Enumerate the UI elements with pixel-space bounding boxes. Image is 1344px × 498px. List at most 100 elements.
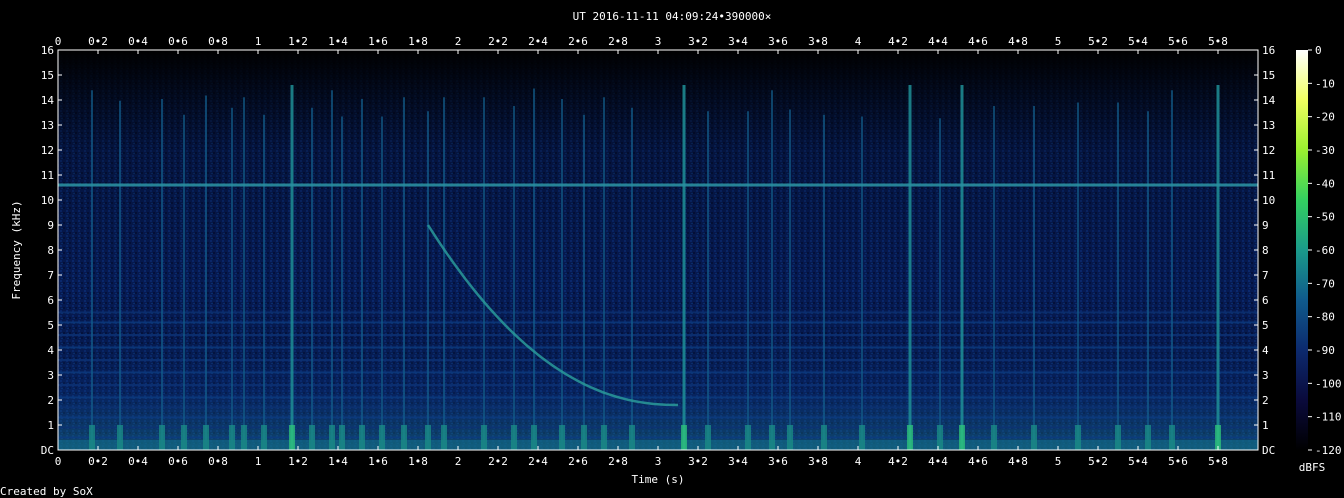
chart-title: UT 2016-11-11 04:09:24•390000×: [573, 10, 772, 23]
transient-base: [241, 425, 247, 450]
transient-line: [861, 116, 863, 450]
y-tick-label-left: 13: [41, 119, 54, 132]
transient-line: [1033, 106, 1035, 450]
x-tick-label-top: 0•2: [88, 35, 108, 48]
x-tick-label-bottom: 4•4: [928, 455, 948, 468]
transient-base: [959, 425, 965, 450]
x-tick-label-top: 3•4: [728, 35, 748, 48]
transient-line: [747, 111, 749, 450]
x-tick-label-bottom: 4: [855, 455, 862, 468]
transient-line: [91, 90, 93, 450]
transient-line: [331, 90, 333, 450]
x-tick-label-top: 3•6: [768, 35, 788, 48]
y-tick-label-right: 5: [1262, 319, 1269, 332]
x-tick-label-bottom: 1•8: [408, 455, 428, 468]
x-tick-label-top: 1•6: [368, 35, 388, 48]
y-tick-label-right: DC: [1262, 444, 1275, 457]
transient-base: [859, 425, 865, 450]
colorbar-tick-label: -120: [1315, 444, 1342, 457]
y-tick-label-right: 6: [1262, 294, 1269, 307]
transient-base: [991, 425, 997, 450]
x-tick-label-top: 2: [455, 35, 462, 48]
y-tick-label-right: 4: [1262, 344, 1269, 357]
transient-base: [379, 425, 385, 450]
x-tick-label-top: 0: [55, 35, 62, 48]
x-tick-label-top: 2•6: [568, 35, 588, 48]
colorbar-tick-label: -70: [1315, 277, 1335, 290]
transient-line: [483, 97, 485, 450]
x-tick-label-bottom: 0•2: [88, 455, 108, 468]
transient-base: [89, 425, 95, 450]
transient-line: [603, 97, 605, 450]
x-tick-label-bottom: 2•2: [488, 455, 508, 468]
transient-base: [339, 425, 345, 450]
transient-line: [771, 90, 773, 450]
y-tick-label-left: 3: [47, 369, 54, 382]
y-tick-label-right: 8: [1262, 244, 1269, 257]
transient-line: [1216, 85, 1220, 450]
transient-base: [681, 425, 687, 450]
x-tick-label-top: 0•8: [208, 35, 228, 48]
x-tick-label-bottom: 5: [1055, 455, 1062, 468]
transient-line: [231, 107, 233, 450]
transient-base: [581, 425, 587, 450]
y-tick-label-right: 9: [1262, 219, 1269, 232]
colorbar-tick-label: -80: [1315, 311, 1335, 324]
y-tick-label-left: 6: [47, 294, 54, 307]
x-tick-label-bottom: 4•8: [1008, 455, 1028, 468]
transient-base: [1169, 425, 1175, 450]
transient-base: [907, 425, 913, 450]
transient-line: [1147, 111, 1149, 450]
transient-base: [359, 425, 365, 450]
transient-line: [1117, 102, 1119, 450]
x-tick-label-bottom: 0•8: [208, 455, 228, 468]
x-tick-label-bottom: 3•6: [768, 455, 788, 468]
x-tick-label-top: 5•2: [1088, 35, 1108, 48]
x-tick-label-top: 1: [255, 35, 262, 48]
colorbar: 0 -10 -20 -30 -40 -50 -60 -70 -80 -90 -100 -110 -120…: [1296, 44, 1342, 474]
colorbar-tick-label: -60: [1315, 244, 1335, 257]
x-axis-label: Time (s): [632, 473, 685, 486]
y-tick-label-right: 11: [1262, 169, 1275, 182]
y-tick-label-left: 1: [47, 419, 54, 432]
y-tick-label-left: 12: [41, 144, 54, 157]
transient-line: [263, 114, 265, 450]
transient-base: [1145, 425, 1151, 450]
transient-line: [513, 106, 515, 450]
x-tick-label-bottom: 5•4: [1128, 455, 1148, 468]
spectrogram-chart: 000•20•20•40•40•60•60•80•8111•21•21•41•4…: [0, 10, 1342, 498]
colorbar-tick-label: -110: [1315, 411, 1342, 424]
transient-line: [161, 99, 163, 450]
y-tick-label-left: 14: [41, 94, 55, 107]
y-tick-label-left: 15: [41, 69, 54, 82]
x-tick-label-top: 5•6: [1168, 35, 1188, 48]
x-tick-label-bottom: 3•2: [688, 455, 708, 468]
colorbar-ticks: 0 -10 -20 -30 -40 -50 -60 -70 -80 -90 -100 -110 -120: [1308, 44, 1342, 457]
y-tick-label-right: 14: [1262, 94, 1276, 107]
transient-base: [745, 425, 751, 450]
transient-line: [707, 111, 709, 450]
x-tick-label-bottom: 0•4: [128, 455, 148, 468]
colorbar-tick-label: -40: [1315, 177, 1335, 190]
transient-line: [908, 85, 912, 450]
transient-line: [631, 107, 633, 450]
transient-base: [425, 425, 431, 450]
x-tick-label-top: 5•4: [1128, 35, 1148, 48]
transient-base: [181, 425, 187, 450]
transient-line: [682, 85, 686, 450]
transient-base: [481, 425, 487, 450]
x-tick-label-bottom: 5•8: [1208, 455, 1228, 468]
transient-line: [1077, 102, 1079, 450]
x-tick-label-top: 5•8: [1208, 35, 1228, 48]
transient-base: [629, 425, 635, 450]
plot-area: [57, 49, 1259, 451]
y-tick-label-right: 1: [1262, 419, 1269, 432]
x-tick-label-bottom: 2: [455, 455, 462, 468]
x-tick-label-top: 3•2: [688, 35, 708, 48]
transient-line: [583, 114, 585, 450]
y-tick-label-left: 11: [41, 169, 54, 182]
transient-line: [427, 111, 429, 450]
transient-base: [1031, 425, 1037, 450]
y-tick-label-left: 7: [47, 269, 54, 282]
x-tick-label-bottom: 2•6: [568, 455, 588, 468]
